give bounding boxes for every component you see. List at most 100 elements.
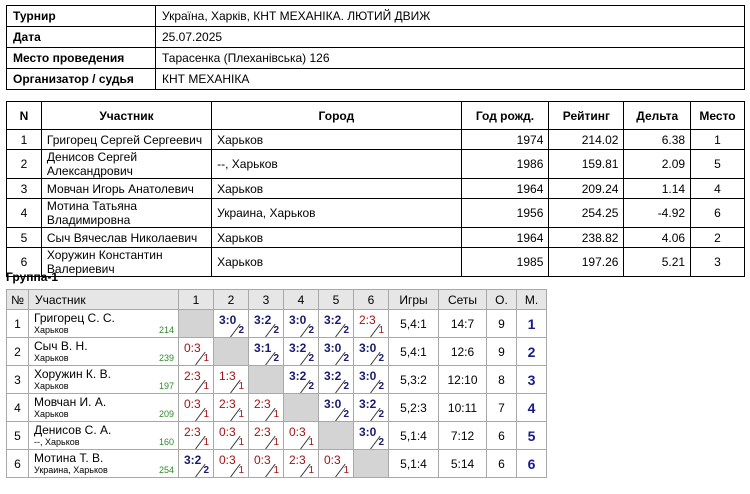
match-points: 1 [203,353,209,364]
match-score: 3:0 [359,425,377,439]
match-result: 3:2 2 [284,366,318,393]
participants-header-cell: Год рожд. [460,101,550,130]
participant-row: 2 Денисов Сергей Александрович --, Харьков… [6,149,745,179]
group-header-cell: 4 [283,289,319,310]
match-score: 3:2 [324,313,342,327]
group-diagonal-cell [248,365,284,394]
info-value: 25.07.2025 [155,26,745,48]
match-points: 2 [238,325,244,336]
participant-place: 3 [690,247,745,277]
group-player-name: Сыч В. Н. [34,339,88,353]
match-result-cell: 3:2 2 [283,365,319,394]
group-header-cell: 2 [213,289,249,310]
match-result: 3:2 2 [319,366,353,393]
match-result: 0:3 1 [214,422,248,449]
match-points: 1 [203,409,209,420]
match-result: 0:3 1 [214,450,248,477]
group-row: 3 Хоружин К. В. Харьков 197 2:3 1 1:3 1 3:2 2 3:2 2… [6,365,547,394]
group-diagonal-cell [283,393,319,422]
group-place-cell: 1 [516,309,547,338]
match-score: 1:3 [219,369,236,383]
group-points: 8 [486,365,517,394]
match-result: 3:0 2 [354,366,388,393]
match-score: 3:0 [289,313,307,327]
participant-birth-year: 1956 [460,198,550,228]
group-player-city: Харьков [34,353,69,363]
match-score: 2:3 [184,425,201,439]
participant-city: Харьков [211,129,462,150]
group-header-cell: 1 [178,289,214,310]
participant-birth-year: 1985 [460,247,550,277]
match-score: 2:3 [254,425,271,439]
group-player-city: Харьков [34,381,69,391]
group-points: 6 [486,449,517,478]
match-score: 3:0 [324,341,342,355]
match-result: 3:2 2 [354,394,388,421]
group-sets: 12:6 [438,337,487,366]
participant-name: Григорец Сергей Сергеевич [40,129,213,150]
info-value: КНТ МЕХАНІКА [155,68,745,90]
match-result-cell: 2:3 1 [213,393,249,422]
group-place: 3 [527,371,536,388]
participant-rating: 209.24 [548,178,625,199]
match-score: 0:3 [254,453,271,467]
group-row-number: 2 [6,337,29,366]
participant-rating: 254.25 [548,198,625,228]
participant-row: 1 Григорец Сергей Сергеевич Харьков 1974 214… [6,129,745,150]
match-result: 3:0 2 [214,310,248,337]
match-score: 2:3 [254,397,271,411]
group-points: 9 [486,309,517,338]
match-result: 1:3 1 [214,366,248,393]
match-score: 3:1 [254,341,272,355]
participant-rating: 238.82 [548,227,625,248]
match-points: 1 [378,325,384,336]
match-score: 3:2 [359,397,377,411]
match-points: 2 [308,353,314,364]
participant-place: 4 [690,178,745,199]
group-diagonal-cell [178,309,214,338]
match-result-cell: 2:3 1 [283,449,319,478]
match-points: 1 [273,437,279,448]
group-sets: 12:10 [438,365,487,394]
match-points: 2 [343,353,349,364]
match-result: 2:3 1 [179,366,213,393]
info-value: Тарасенка (Плеханівська) 126 [155,47,745,69]
participant-city: Украина, Харьков [211,198,462,228]
group-player-rating: 209 [158,409,174,419]
group-player-name: Мотина Т. В. [34,451,104,465]
group-header-cell: Сеты [438,289,487,310]
group-player-city: Харьков [34,409,69,419]
match-result: 3:2 2 [249,310,283,337]
match-result: 0:3 1 [179,338,213,365]
group-points: 9 [486,337,517,366]
group-place-cell: 5 [516,421,547,450]
group-games: 5,1:4 [388,449,439,478]
match-result: 2:3 1 [249,394,283,421]
info-label: Место проведения [6,47,156,69]
match-result-cell: 3:0 2 [318,337,354,366]
group-player-rating: 239 [158,353,174,363]
group-player-city: Украина, Харьков [34,465,108,475]
participants-header-cell: N [6,101,42,130]
group-header-cell: № [6,289,29,310]
participant-row: 3 Мовчан Игорь Анатолевич Харьков 1964 209.2… [6,178,745,199]
match-points: 1 [343,465,349,476]
match-result-cell: 0:3 1 [283,421,319,450]
match-points: 2 [343,325,349,336]
info-label: Организатор / судья [6,68,156,90]
group-row-number: 6 [6,449,29,478]
group-place: 4 [527,399,536,416]
match-result-cell: 3:0 2 [353,365,389,394]
match-points: 1 [308,437,314,448]
participant-number: 2 [6,149,42,179]
participants-header-cell: Место [690,101,745,130]
match-points: 2 [378,409,384,420]
info-row: Место проведения Тарасенка (Плеханівська)… [6,47,745,69]
participant-rating: 197.26 [548,247,625,277]
match-points: 2 [378,381,384,392]
group-player-rating: 160 [158,437,174,447]
group-diagonal-cell [318,421,354,450]
match-score: 2:3 [219,397,236,411]
group-row: 4 Мовчан И. А. Харьков 209 0:3 1 2:3 1 2:3 1 3:0 2 3… [6,393,547,422]
match-result-cell: 3:0 2 [213,309,249,338]
